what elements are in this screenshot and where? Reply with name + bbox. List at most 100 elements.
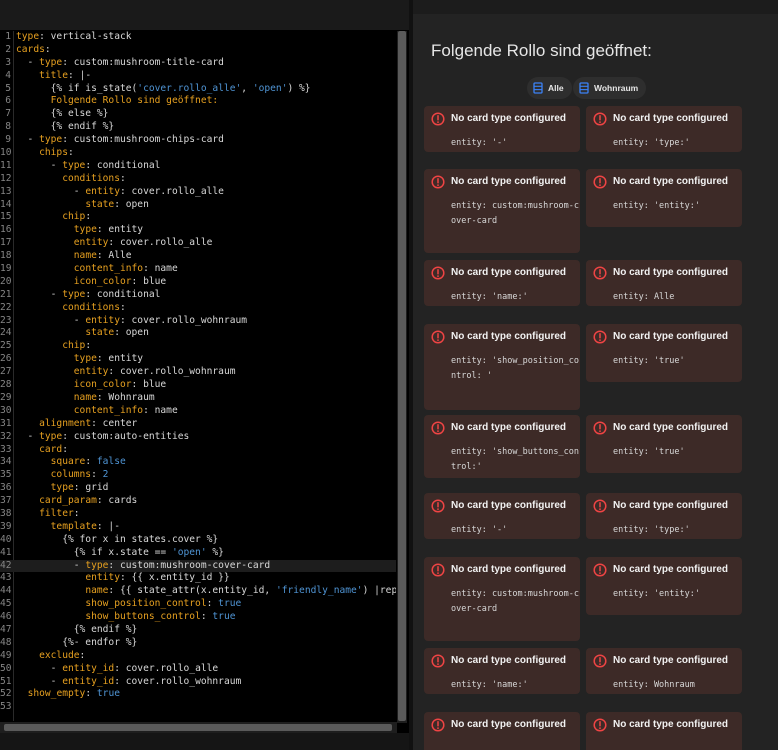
code-line[interactable]: 7 {% else %} — [0, 108, 396, 121]
yaml-editor[interactable]: 1 type: vertical-stack 2 cards: 3 - type: cu… — [0, 0, 409, 750]
code-token: {% endif %} — [16, 623, 138, 635]
code-line[interactable]: 1 type: vertical-stack — [0, 31, 396, 44]
line-number: 13 — [0, 185, 12, 197]
code-line[interactable]: 47 {% endif %} — [0, 624, 396, 637]
code-line[interactable]: 31 alignment: center — [0, 418, 396, 431]
code-line[interactable]: 22 conditions: — [0, 302, 396, 315]
code-token: 'cover.rollo_alle' — [137, 82, 242, 94]
code-token: entity — [85, 572, 120, 584]
code-line[interactable]: 51 - entity_id: cover.rollo_wohnraum — [0, 676, 396, 689]
error-card: No card type configured entity: '-' — [424, 106, 580, 152]
code-line[interactable]: 18 name: Alle — [0, 250, 396, 263]
code-token: : conditional — [85, 288, 161, 300]
code-token: true — [96, 688, 120, 700]
code-token: chip — [62, 211, 86, 223]
line-number: 1 — [5, 31, 11, 42]
code-line[interactable]: 8 {% endif %} — [0, 121, 396, 134]
line-number: 21 — [0, 288, 12, 300]
code-line[interactable]: 35 columns: 2 — [0, 469, 396, 482]
line-number: 12 — [0, 172, 12, 184]
line-text: - type: custom:auto-entities — [16, 431, 190, 444]
code-line[interactable]: 41 {% if x.state == 'open' %} — [0, 547, 396, 560]
code-line[interactable]: 48 {%- endfor %} — [0, 637, 396, 650]
code-line[interactable]: 46 show_buttons_control: true — [0, 611, 396, 624]
code-line[interactable]: 40 {% for x in states.cover %} — [0, 534, 396, 547]
code-line[interactable]: 28 icon_color: blue — [0, 379, 396, 392]
horizontal-scrollbar[interactable] — [0, 722, 397, 733]
line-number: 25 — [0, 340, 12, 352]
code-line[interactable]: 36 type: grid — [0, 482, 396, 495]
code-line[interactable]: 42 - type: custom:mushroom-cover-card — [0, 559, 396, 573]
line-text: show_position_control: true — [16, 598, 241, 611]
code-line[interactable]: 30 content_info: name — [0, 405, 396, 418]
code-line[interactable]: 4 title: |- — [0, 70, 396, 83]
code-line[interactable]: 26 type: entity — [0, 353, 396, 366]
line-text: {% else %} — [16, 108, 109, 121]
code-line[interactable]: 33 card: — [0, 444, 396, 457]
code-line[interactable]: 20 icon_color: blue — [0, 276, 396, 289]
code-line[interactable]: 17 entity: cover.rollo_alle — [0, 237, 396, 250]
vertical-scrollbar-thumb[interactable] — [398, 31, 406, 721]
vertical-scrollbar[interactable] — [397, 31, 407, 723]
code-line[interactable]: 3 - type: custom:mushroom-title-card — [0, 57, 396, 70]
code-line[interactable]: 13 - entity: cover.rollo_alle — [0, 186, 396, 199]
code-line[interactable]: 45 show_position_control: true — [0, 598, 396, 611]
line-text: content_info: name — [16, 405, 178, 418]
code-line[interactable]: 50 - entity_id: cover.rollo_alle — [0, 663, 396, 676]
error-title: No card type configured — [451, 564, 567, 575]
code-token: exclude — [39, 649, 80, 661]
code-line[interactable]: 49 exclude: — [0, 650, 396, 663]
code-line[interactable]: 25 chip: — [0, 340, 396, 353]
line-number: 52 — [0, 688, 12, 700]
line-number: 23 — [0, 314, 12, 326]
chip-wohnraum[interactable]: Wohnraum — [573, 77, 647, 99]
code-line[interactable]: 32 - type: custom:auto-entities — [0, 431, 396, 444]
code-line[interactable]: 52 show_empty: true — [0, 688, 396, 701]
code-token: - — [16, 159, 63, 171]
line-text: - entity: cover.rollo_alle — [16, 186, 224, 199]
code-line[interactable]: 19 content_info: name — [0, 263, 396, 276]
horizontal-scrollbar-thumb[interactable] — [4, 724, 392, 731]
code-token: : cards — [96, 495, 138, 507]
code-line[interactable]: 15 chip: — [0, 211, 396, 224]
code-line[interactable]: 24 state: open — [0, 327, 396, 340]
code-line[interactable]: 44 name: {{ state_attr(x.entity_id, 'fri… — [0, 585, 396, 598]
code-line[interactable]: 23 - entity: cover.rollo_wohnraum — [0, 315, 396, 328]
code-line[interactable]: 5 {% if is_state('cover.rollo_alle', 'op… — [0, 83, 396, 96]
line-number: 27 — [0, 366, 12, 378]
code-line[interactable]: 21 - type: conditional — [0, 289, 396, 302]
code-token: , — [241, 82, 253, 94]
code-token: type — [50, 482, 74, 494]
code-line[interactable]: 2 cards: — [0, 44, 396, 57]
chip-alle[interactable]: Alle — [527, 77, 572, 99]
line-number: 48 — [0, 636, 12, 648]
code-line[interactable]: 37 card_param: cards — [0, 495, 396, 508]
code-line[interactable]: 9 - type: custom:mushroom-chips-card — [0, 134, 396, 147]
code-line[interactable]: 12 conditions: — [0, 173, 396, 186]
error-message: entity: 'show_position_control: ' — [451, 356, 579, 381]
code-line[interactable]: 16 type: entity — [0, 224, 396, 237]
code-line[interactable]: 53 — [0, 701, 396, 714]
code-token: : — [73, 507, 80, 519]
code-line[interactable]: 10 chips: — [0, 147, 396, 160]
code-token: - — [16, 288, 63, 300]
code-line[interactable]: 43 entity: {{ x.entity_id }} — [0, 572, 396, 585]
code-area[interactable]: 1 type: vertical-stack 2 cards: 3 - type: cu… — [0, 31, 396, 721]
code-line[interactable]: 14 state: open — [0, 199, 396, 212]
code-token: : blue — [131, 275, 167, 287]
error-message: entity: 'true' — [613, 447, 685, 457]
code-line[interactable]: 34 square: false — [0, 456, 396, 469]
code-line[interactable]: 6 Folgende Rollo sind geöffnet: — [0, 95, 396, 108]
code-line[interactable]: 11 - type: conditional — [0, 160, 396, 173]
code-line[interactable]: 38 filter: — [0, 508, 396, 521]
line-text: {% endif %} — [16, 623, 138, 637]
line-text: - type: custom:mushroom-chips-card — [16, 134, 224, 147]
line-number: 50 — [0, 662, 12, 674]
code-line[interactable]: 39 template: |- — [0, 521, 396, 534]
code-line[interactable]: 29 name: Wohnraum — [0, 392, 396, 405]
code-line[interactable]: 27 entity: cover.rollo_wohnraum — [0, 366, 396, 379]
code-token: : Alle — [96, 250, 132, 262]
line-number: 4 — [5, 69, 11, 81]
